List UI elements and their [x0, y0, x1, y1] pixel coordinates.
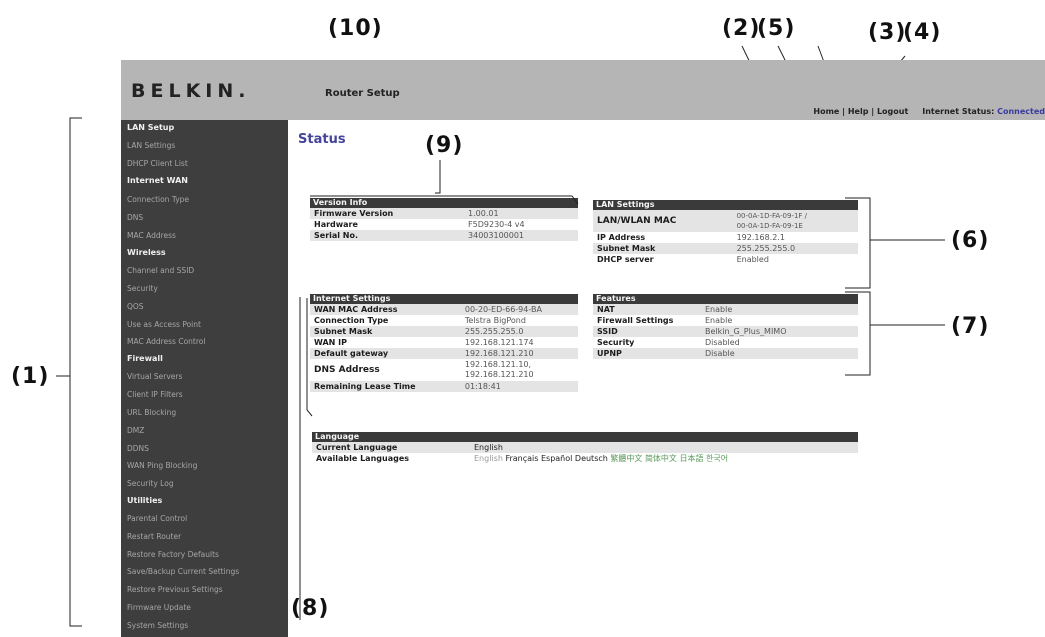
panel-frame-lines: [306, 195, 579, 417]
